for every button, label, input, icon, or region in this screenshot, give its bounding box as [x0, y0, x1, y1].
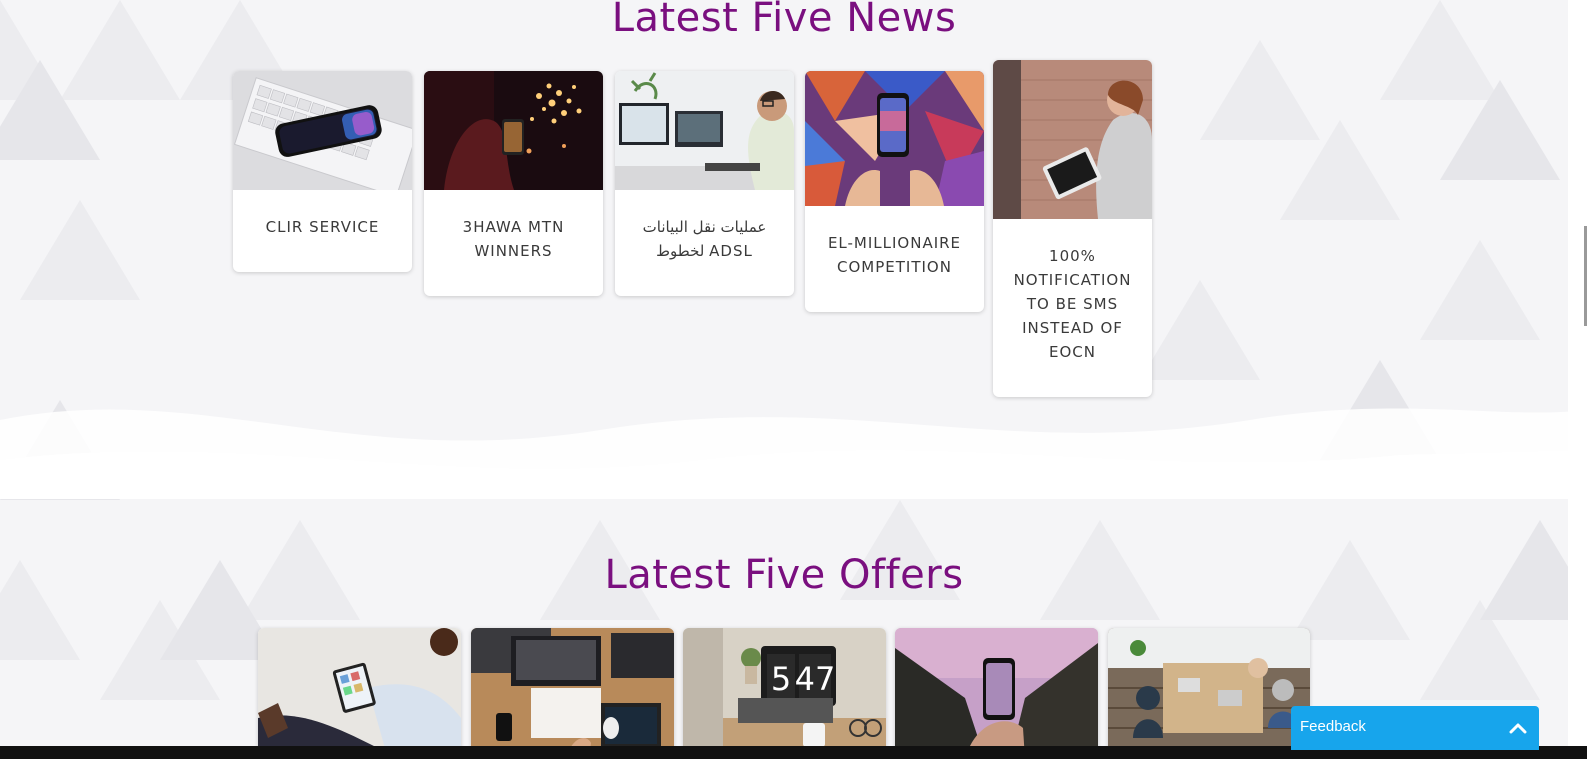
- news-card-3-label: عمليات نقل البيانات لخطوط ADSL: [642, 218, 767, 260]
- news-card-2[interactable]: 3HAWA MTN WINNERS: [424, 71, 603, 296]
- offer-image-desk-with-laptops: [471, 628, 674, 759]
- news-section-title: Latest Five News: [611, 0, 957, 41]
- news-card-2-label: 3HAWA MTN WINNERS: [462, 218, 565, 260]
- news-card-1[interactable]: CLIR SERVICE: [233, 71, 412, 272]
- scrollbar-track[interactable]: [1568, 0, 1587, 759]
- offer-image-clock-547-laptop: 5 47: [683, 628, 886, 759]
- offer-card-1[interactable]: [258, 628, 461, 759]
- news-card-5-label: 100% NOTIFICATION TO BE SMS INSTEAD OF E…: [1013, 247, 1132, 361]
- news-card-3[interactable]: عمليات نقل البيانات لخطوط ADSL: [615, 71, 794, 296]
- offer-image-man-with-tablet: [258, 628, 461, 759]
- clock-hour: 5: [771, 660, 791, 698]
- chevron-up-icon[interactable]: [1509, 721, 1527, 735]
- offer-card-3[interactable]: 5 47: [683, 628, 886, 759]
- offer-card-2[interactable]: [471, 628, 674, 759]
- feedback-label: Feedback: [1300, 718, 1366, 735]
- news-card-4[interactable]: EL-MILLIONAIRE COMPETITION: [805, 71, 984, 312]
- news-image-person-with-phone-fireworks: [424, 71, 603, 190]
- news-image-woman-with-tablet: [993, 60, 1152, 219]
- clock-minute: 47: [795, 660, 836, 698]
- news-card-5[interactable]: 100% NOTIFICATION TO BE SMS INSTEAD OF E…: [993, 60, 1152, 397]
- feedback-button[interactable]: Feedback: [1291, 706, 1539, 750]
- news-card-4-label: EL-MILLIONAIRE COMPETITION: [827, 234, 962, 276]
- offer-image-phone-in-canyon: [895, 628, 1098, 759]
- offer-card-5[interactable]: [1108, 628, 1310, 759]
- section-divider: [0, 496, 1568, 499]
- offers-section-title: Latest Five Offers: [604, 552, 964, 598]
- news-image-phone-on-keyboard: [233, 71, 412, 190]
- news-image-hands-holding-phone-mural: [805, 71, 984, 206]
- news-card-1-label: CLIR SERVICE: [265, 218, 380, 236]
- news-image-man-at-computer-desk: [615, 71, 794, 190]
- offer-image-team-meeting: [1108, 628, 1310, 759]
- offer-card-4[interactable]: [895, 628, 1098, 759]
